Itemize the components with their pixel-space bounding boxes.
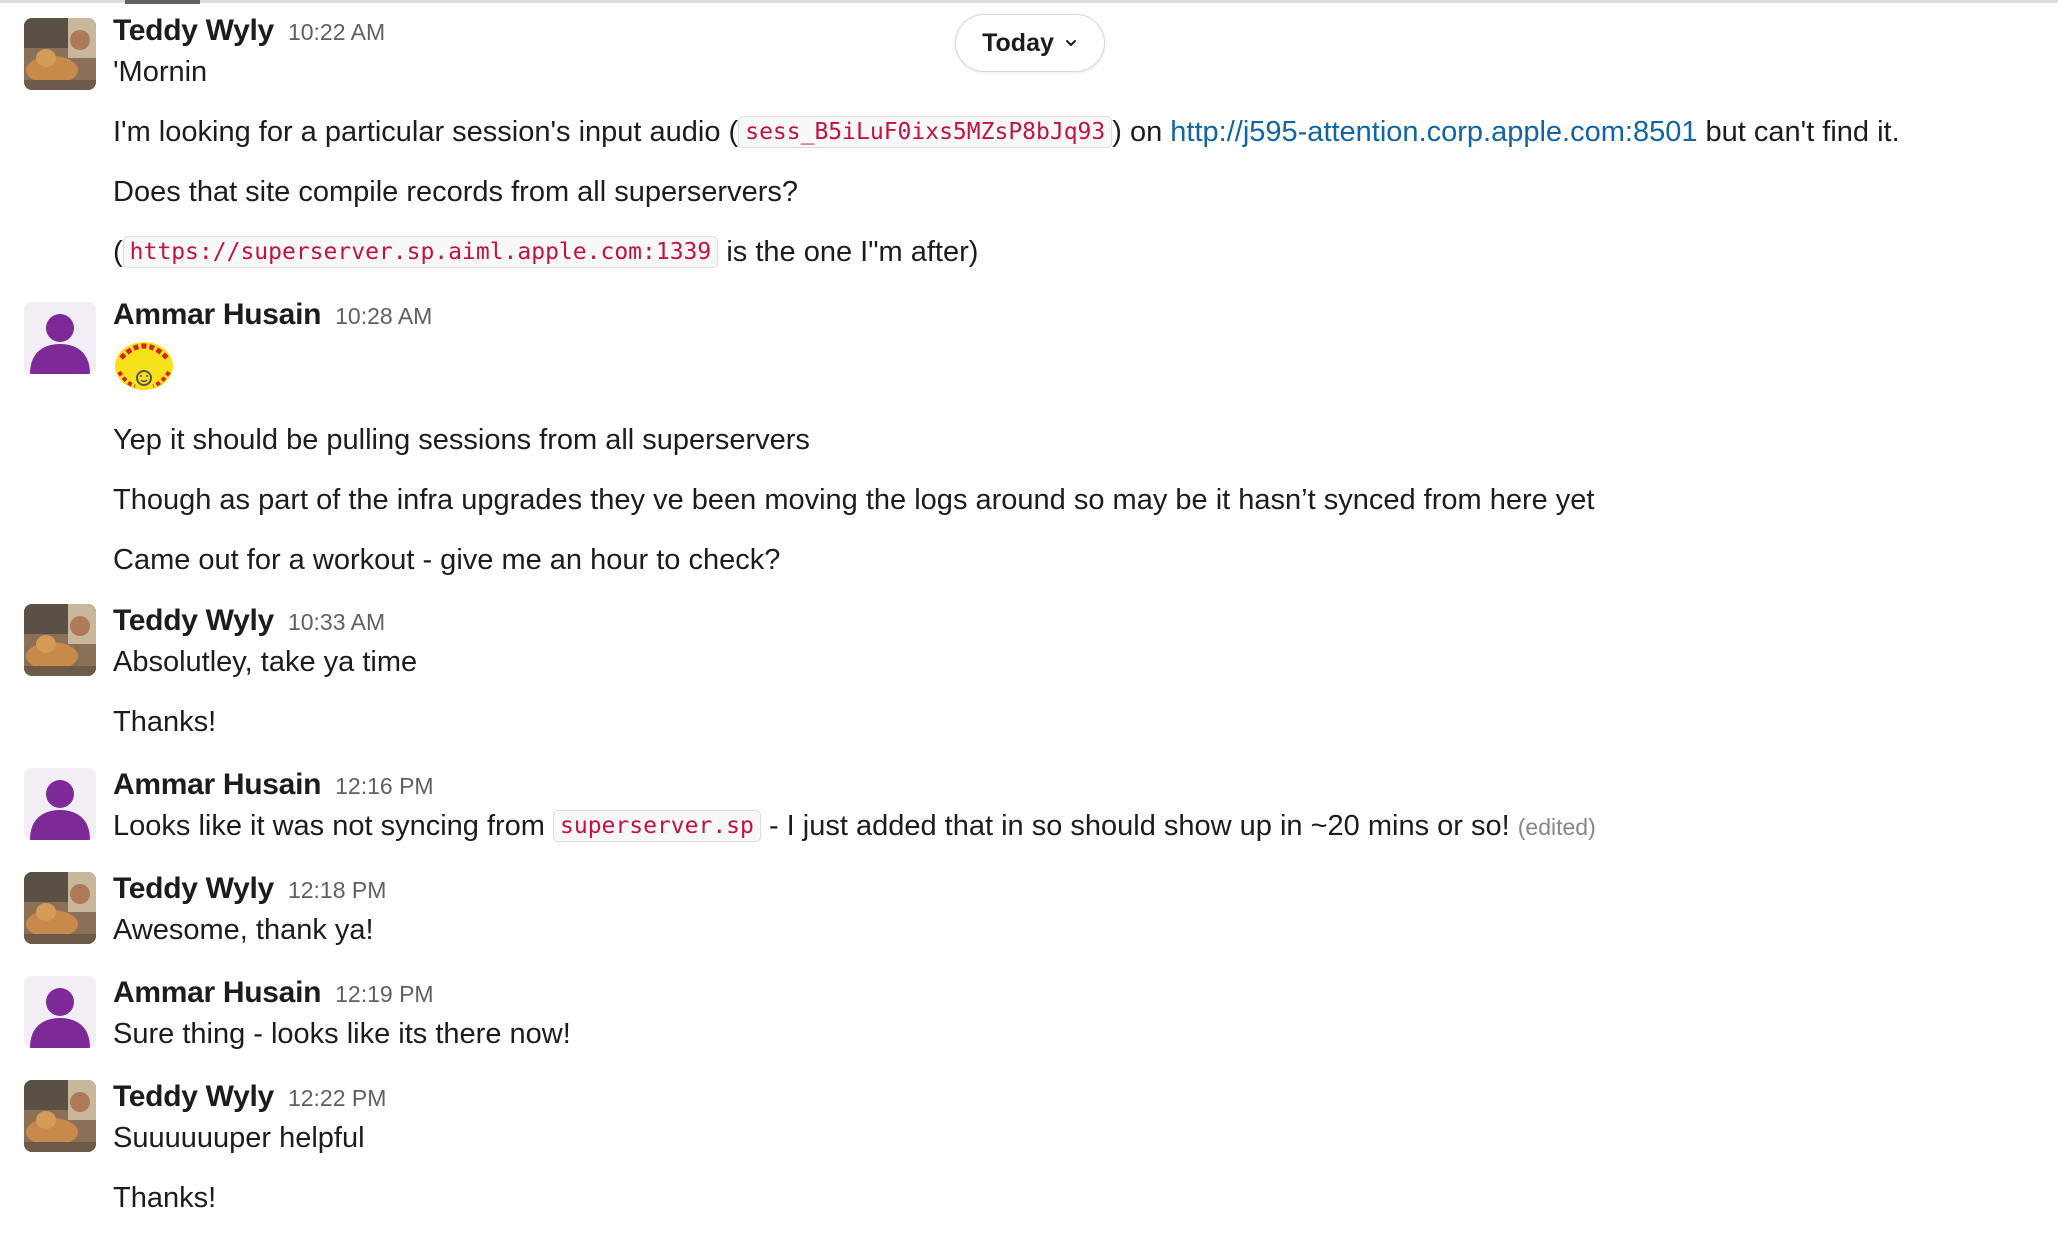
timestamp[interactable]: 12:19 PM <box>335 981 433 1008</box>
avatar-teddy-wyly[interactable] <box>24 604 96 676</box>
inline-code: https://superserver.sp.aiml.apple.com:13… <box>122 236 719 268</box>
text-segment: ) on <box>1112 116 1171 148</box>
date-jump-button[interactable]: Today <box>955 14 1105 72</box>
avatar-ammar-husain[interactable] <box>24 976 96 1048</box>
edited-label[interactable]: (edited) <box>1518 814 1596 840</box>
good-morning-emoji[interactable] <box>113 338 2034 394</box>
avatar-ammar-husain[interactable] <box>24 302 96 374</box>
avatar-teddy-wyly[interactable] <box>24 872 96 944</box>
timestamp[interactable]: 10:28 AM <box>335 303 432 330</box>
sender-name[interactable]: Teddy Wyly <box>113 604 274 638</box>
top-divider <box>0 0 2058 3</box>
text-segment: Looks like it was not syncing from <box>113 810 554 842</box>
text-segment: ( <box>113 236 123 268</box>
avatar-teddy-wyly[interactable] <box>24 1080 96 1152</box>
timestamp[interactable]: 12:18 PM <box>288 877 386 904</box>
message-text: Yep it should be pulling sessions from a… <box>113 424 810 456</box>
message-text: Sure thing - looks like its there now! <box>113 1018 571 1050</box>
avatar-teddy-wyly[interactable] <box>24 18 96 90</box>
sender-name[interactable]: Ammar Husain <box>113 768 321 802</box>
timestamp[interactable]: 10:22 AM <box>288 19 385 46</box>
sender-name[interactable]: Teddy Wyly <box>113 872 274 906</box>
active-scroll-indicator <box>125 0 200 4</box>
date-label: Today <box>982 28 1054 57</box>
timestamp[interactable]: 10:33 AM <box>288 609 385 636</box>
sender-name[interactable]: Ammar Husain <box>113 976 321 1010</box>
avatar-ammar-husain[interactable] <box>24 768 96 840</box>
message-text: Looks like it was not syncing from super… <box>113 808 2034 844</box>
url-link[interactable]: http://j595-attention.corp.apple.com:850… <box>1170 116 1697 148</box>
message-text: Though as part of the infra upgrades the… <box>113 484 1595 516</box>
sender-name[interactable]: Teddy Wyly <box>113 14 274 48</box>
message-text: I'm looking for a particular session's i… <box>113 114 2034 150</box>
inline-code: sess_B5iLuF0ixs5MZsP8bJq93 <box>738 116 1113 148</box>
text-segment: I'm looking for a particular session's i… <box>113 116 739 148</box>
timestamp[interactable]: 12:16 PM <box>335 773 433 800</box>
text-segment: is the one I"m after) <box>718 236 979 268</box>
message-text: Thanks! <box>113 706 217 738</box>
message-text: Came out for a workout - give me an hour… <box>113 544 781 576</box>
timestamp[interactable]: 12:22 PM <box>288 1085 386 1112</box>
inline-code: superserver.sp <box>553 810 761 842</box>
message-text: Thanks! <box>113 1182 217 1214</box>
message-text: Does that site compile records from all … <box>113 176 798 208</box>
message-text: Awesome, thank ya! <box>113 914 374 946</box>
text-segment: - I just added that in so should show up… <box>760 810 1518 842</box>
message-text: Absolutley, take ya time <box>113 646 418 678</box>
message-text: (https://superserver.sp.aiml.apple.com:1… <box>113 234 2034 270</box>
text-segment: but can't find it. <box>1697 116 1900 148</box>
sender-name[interactable]: Ammar Husain <box>113 298 321 332</box>
sender-name[interactable]: Teddy Wyly <box>113 1080 274 1114</box>
message-text: Suuuuuuper helpful <box>113 1122 365 1154</box>
chevron-down-icon <box>1065 40 1076 46</box>
